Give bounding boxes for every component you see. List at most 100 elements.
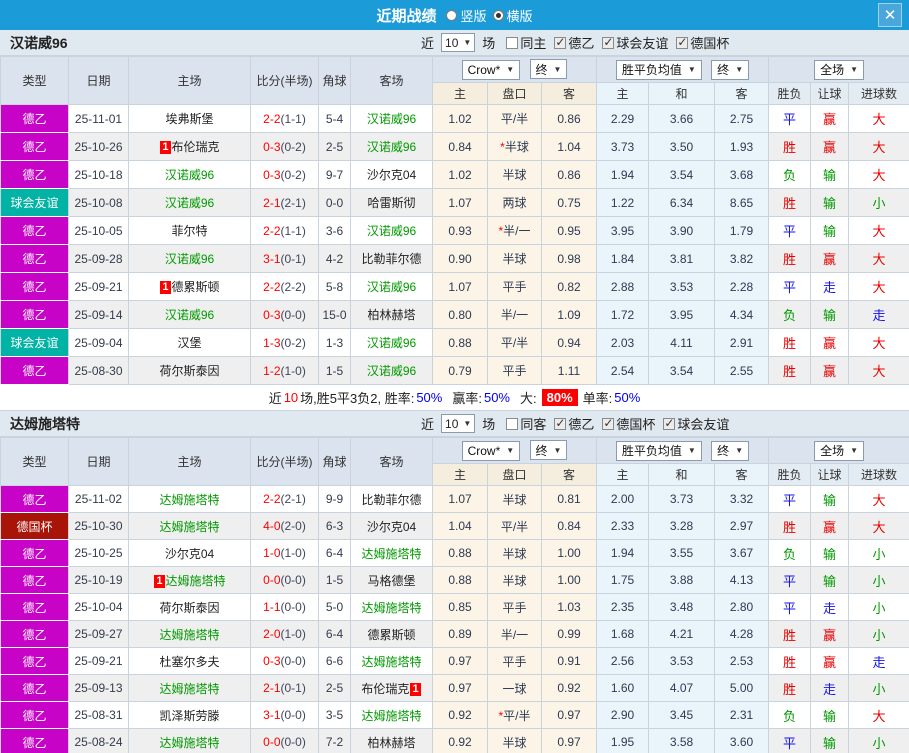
crow-home-odds: 0.93: [432, 216, 488, 245]
handicap-line: 平/半: [487, 104, 542, 133]
handicap-line: 平手: [487, 272, 542, 301]
avg-home-odds: 1.75: [596, 566, 649, 594]
away-team-name: 汉诺威96: [366, 224, 417, 238]
scope-select[interactable]: 全场 ▼: [814, 440, 864, 461]
away-team: 达姆施塔特: [350, 701, 433, 729]
horizontal-layout-radio[interactable]: [492, 9, 504, 21]
avg-select[interactable]: 胜平负均值 ▼: [615, 59, 702, 80]
corner-score: 1-5: [318, 356, 351, 385]
match-row: 德乙 25-10-25 沙尔克04 1-0(1-0) 6-4 达姆施塔特 0.88 半球 1.0…: [0, 539, 909, 567]
away-team-name: 马格德堡: [367, 573, 416, 588]
same-away-checkbox[interactable]: [506, 417, 519, 430]
crow-home-odds: 1.02: [432, 160, 488, 189]
chevron-down-icon: ▼: [735, 446, 744, 455]
avg-home-odds: 1.95: [596, 728, 649, 753]
away-team: 比勒菲尔德: [350, 485, 433, 513]
chevron-down-icon: ▼: [687, 65, 696, 74]
match-score: 3-1(0-1): [250, 244, 319, 273]
chevron-down-icon: ▼: [463, 38, 472, 47]
league-label-friendly: 球会友谊: [616, 36, 669, 51]
recent-count-select[interactable]: 10 ▼: [441, 414, 476, 433]
result-wdl: 胜: [768, 620, 812, 648]
page-title: 近期战绩: [376, 7, 437, 25]
crow-final-select[interactable]: 终 ▼: [529, 59, 568, 80]
col-wdl: 胜负: [768, 82, 812, 105]
handicap-line: 半球: [487, 244, 542, 273]
match-score: 2-1(0-1): [250, 674, 319, 702]
result-wdl: 负: [768, 160, 812, 189]
scope-select[interactable]: 全场 ▼: [814, 59, 864, 80]
home-team: 沙尔克04: [128, 539, 251, 567]
match-type: 德乙: [0, 300, 69, 329]
crow-away-odds: 1.03: [541, 593, 597, 621]
league-label-cup: 德国杯: [690, 36, 730, 51]
match-row: 德乙 25-10-26 1 布伦瑞克 0-3(0-2) 2-5 汉诺威96 0.84 *半球 1.…: [0, 132, 909, 161]
corner-score: 1-5: [318, 566, 351, 594]
avg-draw-odds: 4.11: [648, 328, 715, 357]
chevron-down-icon: ▼: [687, 446, 696, 455]
half-time-score: (2-1): [280, 492, 306, 506]
match-row: 德乙 25-09-27 达姆施塔特 2-0(1-0) 6-4 德累斯顿 0.89 半/一 0.9…: [0, 620, 909, 648]
chevron-down-icon: ▼: [506, 446, 515, 456]
result-wdl: 平: [768, 728, 812, 753]
league-checkbox-de2[interactable]: [554, 35, 567, 49]
full-time-score: 0-3: [263, 654, 281, 668]
chevron-down-icon: ▼: [850, 446, 858, 455]
match-type: 德乙: [0, 620, 69, 648]
result-wdl: 胜: [768, 674, 812, 702]
close-button[interactable]: ✕: [878, 3, 902, 27]
crow-select[interactable]: Crow* ▼: [461, 59, 521, 80]
result-wdl: 胜: [768, 512, 812, 540]
chevron-down-icon: ▼: [463, 419, 472, 428]
crow-select[interactable]: Crow* ▼: [461, 440, 521, 461]
crow-away-odds: 0.92: [541, 674, 597, 702]
avg-home-odds: 2.54: [596, 356, 649, 385]
games-label: 场: [482, 36, 496, 51]
recent-count-select[interactable]: 10 ▼: [441, 33, 476, 52]
home-team-name: 布伦瑞克: [171, 140, 220, 154]
league-checkbox-friendly[interactable]: [663, 416, 676, 430]
result-wdl: 负: [768, 701, 812, 729]
col-type: 类型: [0, 437, 69, 486]
avg-away-odds: 3.60: [713, 728, 770, 753]
result-goals: 小: [848, 620, 909, 648]
half-time-score: (1-0): [280, 363, 306, 378]
half-time-score: (0-0): [280, 600, 306, 614]
over-rate-highlight: 80%: [541, 389, 578, 406]
avg-away-odds: 8.65: [713, 188, 770, 217]
result-handicap: 输: [810, 728, 850, 753]
col-away: 客场: [350, 437, 433, 486]
handicap-line: *半/一: [487, 216, 542, 245]
match-type: 德乙: [0, 728, 69, 753]
full-time-score: 2-2: [263, 492, 281, 506]
avg-final-select[interactable]: 终 ▼: [711, 440, 750, 461]
result-goals: 大: [848, 328, 909, 357]
home-team-name: 埃弗斯堡: [165, 112, 214, 126]
same-home-checkbox[interactable]: [506, 36, 519, 49]
league-checkbox-cup[interactable]: [676, 35, 689, 49]
vertical-layout-radio[interactable]: [446, 9, 458, 21]
crow-final-select[interactable]: 终 ▼: [529, 440, 568, 461]
section-bar-away-team: 达姆施塔特 近 10 ▼ 场 同客 德乙 德国杯 球会友谊: [0, 411, 909, 437]
col-handicap-result: 让球: [810, 463, 850, 486]
home-team-name: 达姆施塔特: [159, 681, 220, 696]
result-handicap: 赢: [810, 356, 850, 385]
avg-home-odds: 2.29: [596, 104, 649, 133]
crow-home-odds: 0.85: [432, 593, 488, 621]
avg-select[interactable]: 胜平负均值 ▼: [615, 440, 702, 461]
home-team: 汉诺威96: [128, 300, 251, 329]
match-row: 德乙 25-08-31 凯泽斯劳滕 3-1(0-0) 3-5 达姆施塔特 0.92 *平/半 0…: [0, 701, 909, 729]
away-team-name: 汉诺威96: [366, 140, 417, 154]
result-handicap: 赢: [810, 244, 850, 273]
league-checkbox-cup[interactable]: [602, 416, 615, 430]
col-goals-result: 进球数: [848, 463, 909, 486]
home-team: 荷尔斯泰因: [128, 356, 251, 385]
league-checkbox-friendly[interactable]: [602, 35, 615, 49]
league-checkbox-de2[interactable]: [554, 416, 567, 430]
avg-final-select[interactable]: 终 ▼: [711, 59, 750, 80]
result-goals: 大: [848, 216, 909, 245]
away-team-name: 德累斯顿: [367, 627, 416, 642]
handicap-line: 平手: [487, 647, 542, 675]
result-handicap: 输: [810, 701, 850, 729]
full-time-score: 0-0: [263, 735, 281, 749]
